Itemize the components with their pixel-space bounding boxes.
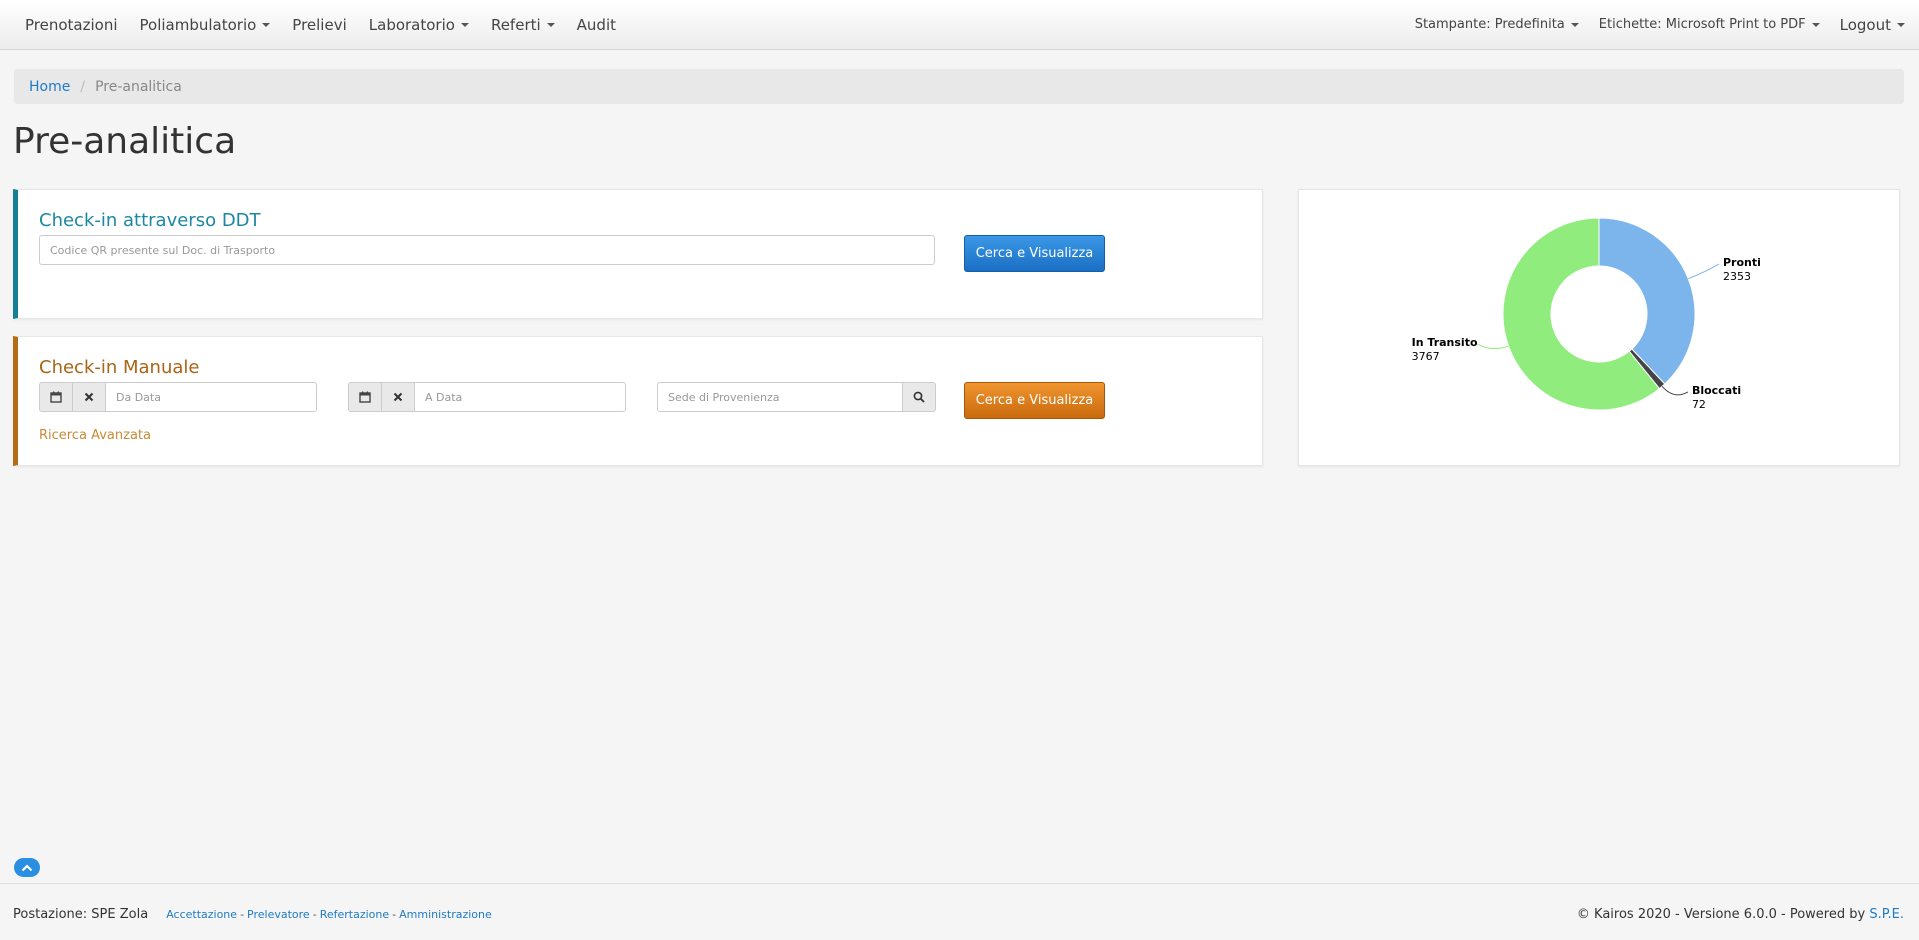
- footer-links: Accettazione - Prelevatore - Refertazion…: [166, 908, 492, 921]
- navbar: Prenotazioni Poliambulatorio Prelievi La…: [0, 0, 1919, 50]
- times-icon: [393, 392, 403, 402]
- advanced-search-link[interactable]: Ricerca Avanzata: [39, 428, 151, 443]
- to-date-calendar-button[interactable]: [348, 382, 382, 412]
- from-date-input[interactable]: [105, 382, 317, 412]
- link-separator: -: [312, 908, 317, 921]
- slice-value: 72: [1692, 398, 1706, 411]
- nav-label: Prelievi: [292, 15, 347, 34]
- label-connector: [1688, 263, 1720, 280]
- copyright-text: © Kairos 2020 - Versione 6.0.0 - Powered…: [1576, 907, 1866, 922]
- breadcrumb-separator: /: [80, 78, 86, 95]
- caret-down-icon: [546, 22, 555, 27]
- status-chart-panel: Pronti 2353 Bloccati 72 In Transito 3767: [1298, 189, 1900, 466]
- breadcrumb-home[interactable]: Home: [29, 79, 70, 95]
- calendar-icon: [50, 391, 62, 403]
- nav-audit[interactable]: Audit: [566, 0, 627, 49]
- logout-label: Logout: [1839, 15, 1891, 34]
- caret-down-icon: [460, 22, 469, 27]
- user-menu: Stampante: Predefinita Etichette: Micros…: [1405, 0, 1919, 49]
- logout-dropdown[interactable]: Logout: [1830, 0, 1915, 49]
- footer-link-prelevatore[interactable]: Prelevatore: [247, 908, 310, 921]
- link-separator: -: [240, 908, 245, 921]
- nav-referti[interactable]: Referti: [480, 0, 566, 49]
- manual-search-button[interactable]: Cerca e Visualizza: [964, 382, 1105, 419]
- from-date-clear-button[interactable]: [72, 382, 106, 412]
- footer-left: Postazione: SPE Zola Accettazione - Prel…: [13, 907, 492, 922]
- chevron-up-icon: [21, 863, 33, 871]
- donut-slice-pronti[interactable]: [1598, 217, 1696, 385]
- breadcrumb-current: Pre-analitica: [95, 78, 182, 95]
- label-connector: [1477, 343, 1509, 350]
- status-donut-chart: Pronti2353 Bloccati72 In Transito3767: [1412, 217, 1761, 411]
- manual-checkin-panel: Check-in Manuale Da Data A Data Sede di …: [13, 336, 1263, 466]
- ddt-checkin-panel: Check-in attraverso DDT Cerca e Visualiz…: [13, 189, 1263, 319]
- from-date-calendar-button[interactable]: [39, 382, 73, 412]
- ddt-panel-title: Check-in attraverso DDT: [39, 210, 261, 231]
- qr-code-input[interactable]: [39, 235, 935, 265]
- sede-search-button[interactable]: [902, 382, 936, 412]
- footer-link-refertazione[interactable]: Refertazione: [320, 908, 389, 921]
- ddt-search-button[interactable]: Cerca e Visualizza: [964, 235, 1105, 272]
- nav-label: Laboratorio: [368, 15, 455, 34]
- powered-by-link[interactable]: S.P.E.: [1869, 907, 1904, 922]
- nav-label: Referti: [490, 15, 541, 34]
- printer-dropdown[interactable]: Stampante: Predefinita: [1405, 0, 1589, 49]
- slice-label: Bloccati: [1692, 384, 1741, 397]
- to-date-clear-button[interactable]: [381, 382, 415, 412]
- scroll-top-button[interactable]: [14, 858, 40, 877]
- nav-poliambulatorio[interactable]: Poliambulatorio: [129, 0, 282, 49]
- manual-panel-title: Check-in Manuale: [39, 357, 200, 378]
- labels-label: Etichette: Microsoft Print to PDF: [1598, 17, 1806, 32]
- nav-label: Poliambulatorio: [139, 15, 257, 34]
- labels-dropdown[interactable]: Etichette: Microsoft Print to PDF: [1589, 0, 1830, 49]
- slice-value: 3767: [1412, 350, 1440, 363]
- page-title: Pre-analitica: [13, 121, 237, 162]
- caret-down-icon: [1570, 22, 1579, 27]
- calendar-icon: [359, 391, 371, 403]
- footer-link-accettazione[interactable]: Accettazione: [166, 908, 237, 921]
- label-connector: [1661, 386, 1689, 396]
- slice-label: In Transito: [1412, 336, 1478, 349]
- postazione-label: Postazione: SPE Zola: [13, 907, 149, 922]
- link-separator: -: [392, 908, 397, 921]
- search-icon: [913, 391, 925, 403]
- sede-provenienza-input[interactable]: [657, 382, 903, 412]
- footer-right: © Kairos 2020 - Versione 6.0.0 - Powered…: [1577, 907, 1904, 922]
- caret-down-icon: [1811, 22, 1820, 27]
- slice-label: Pronti: [1723, 256, 1761, 269]
- breadcrumb: Home / Pre-analitica: [14, 69, 1904, 104]
- printer-label: Stampante: Predefinita: [1414, 17, 1565, 32]
- nav-laboratorio[interactable]: Laboratorio: [358, 0, 480, 49]
- footer: Postazione: SPE Zola Accettazione - Prel…: [0, 883, 1919, 940]
- nav-label: Audit: [576, 15, 616, 34]
- caret-down-icon: [262, 22, 271, 27]
- nav-prenotazioni[interactable]: Prenotazioni: [14, 0, 129, 49]
- caret-down-icon: [1897, 22, 1905, 27]
- slice-value: 2353: [1723, 270, 1751, 283]
- nav-prelievi[interactable]: Prelievi: [281, 0, 357, 49]
- nav-label: Prenotazioni: [25, 15, 118, 34]
- times-icon: [84, 392, 94, 402]
- main-menu: Prenotazioni Poliambulatorio Prelievi La…: [0, 0, 627, 49]
- footer-link-amministrazione[interactable]: Amministrazione: [399, 908, 492, 921]
- to-date-input[interactable]: [414, 382, 626, 412]
